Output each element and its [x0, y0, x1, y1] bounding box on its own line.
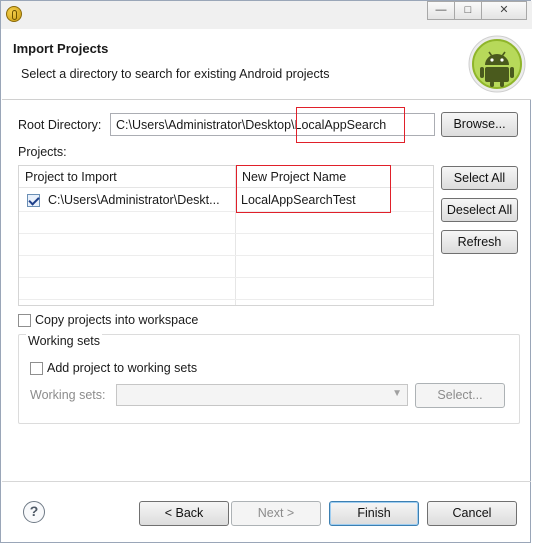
project-path: C:\Users\Administrator\Deskt...	[48, 193, 220, 207]
import-projects-dialog: — □ ✕ Import Projects Select a directory…	[0, 0, 532, 543]
root-directory-label: Root Directory:	[18, 118, 102, 132]
copy-into-workspace-checkbox[interactable]	[18, 314, 31, 327]
column-header-project-to-import[interactable]: Project to Import	[19, 166, 236, 188]
row-divider	[19, 255, 433, 256]
close-icon: ✕	[499, 4, 509, 16]
working-sets-combo[interactable]: ▼	[116, 384, 408, 406]
cancel-button[interactable]: Cancel	[427, 501, 517, 526]
add-to-working-sets-label[interactable]: Add project to working sets	[47, 361, 197, 375]
row-divider	[19, 211, 433, 212]
back-button[interactable]: < Back	[139, 501, 229, 526]
wizard-header: Import Projects Select a directory to se…	[2, 29, 531, 99]
browse-button[interactable]: Browse...	[441, 112, 518, 137]
help-icon[interactable]: ?	[23, 501, 45, 523]
projects-table[interactable]: Project to Import New Project Name C:\Us…	[18, 165, 434, 306]
eclipse-app-icon	[6, 6, 22, 22]
close-button[interactable]: ✕	[481, 1, 527, 20]
row-divider	[19, 299, 433, 300]
page-description: Select a directory to search for existin…	[21, 67, 330, 81]
root-directory-value: C:\Users\Administrator\Desktop\LocalAppS…	[116, 118, 387, 132]
column-header-new-project-name[interactable]: New Project Name	[236, 166, 433, 188]
select-all-button[interactable]: Select All	[441, 166, 518, 190]
minimize-button[interactable]: —	[427, 1, 455, 20]
refresh-button[interactable]: Refresh	[441, 230, 518, 254]
finish-button[interactable]: Finish	[329, 501, 419, 526]
column-divider	[235, 166, 236, 305]
minimize-icon: —	[435, 4, 447, 16]
title-bar: — □ ✕	[1, 1, 532, 29]
table-row[interactable]: C:\Users\Administrator\Deskt... LocalApp…	[19, 189, 433, 211]
android-logo-icon	[468, 35, 526, 93]
add-to-working-sets-checkbox[interactable]	[30, 362, 43, 375]
deselect-all-button[interactable]: Deselect All	[441, 198, 518, 222]
footer-separator	[2, 481, 531, 482]
projects-label: Projects:	[18, 145, 67, 159]
maximize-button[interactable]: □	[454, 1, 482, 20]
chevron-down-icon: ▼	[392, 388, 402, 399]
row-divider	[19, 233, 433, 234]
row-divider	[19, 277, 433, 278]
working-sets-select-button[interactable]: Select...	[415, 383, 505, 408]
working-sets-field-label: Working sets:	[30, 388, 106, 402]
page-title: Import Projects	[13, 41, 109, 56]
new-project-name[interactable]: LocalAppSearchTest	[241, 193, 356, 207]
working-sets-group-label: Working sets	[26, 334, 103, 348]
maximize-icon: □	[464, 4, 472, 16]
project-checkbox[interactable]	[27, 194, 40, 207]
root-directory-field[interactable]: C:\Users\Administrator\Desktop\LocalAppS…	[110, 113, 435, 136]
header-separator	[2, 99, 531, 100]
copy-into-workspace-label[interactable]: Copy projects into workspace	[35, 313, 198, 327]
next-button[interactable]: Next >	[231, 501, 321, 526]
